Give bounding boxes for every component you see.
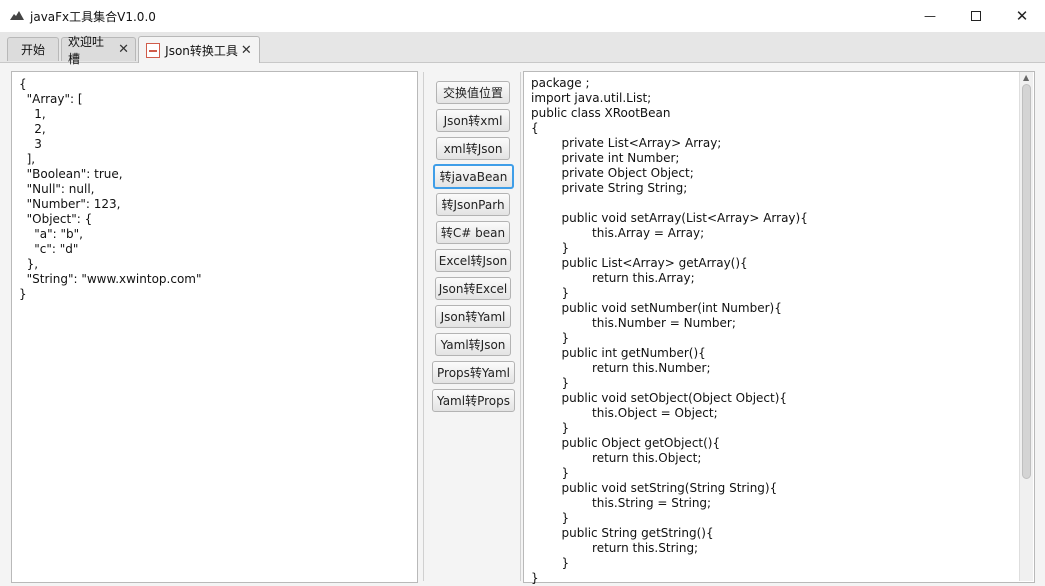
javabean-output-text[interactable]: package ; import java.util.List; public … xyxy=(531,76,808,586)
output-scrollbar[interactable]: ▲ xyxy=(1019,72,1033,581)
maximize-icon xyxy=(971,11,981,21)
app-logo-icon xyxy=(9,9,25,23)
tab-start[interactable]: 开始 xyxy=(7,37,59,61)
to-csharp-bean-button[interactable]: 转C# bean xyxy=(436,221,510,244)
tab-close-icon[interactable]: ✕ xyxy=(118,42,129,57)
scrollbar-thumb[interactable] xyxy=(1022,84,1031,479)
tab-json-tool[interactable]: Json转换工具 ✕ xyxy=(138,36,260,63)
excel-to-json-button[interactable]: Excel转Json xyxy=(435,249,511,272)
json-input-text[interactable]: { "Array": [ 1, 2, 3 ], "Boolean": true,… xyxy=(19,77,202,302)
scroll-up-arrow-icon[interactable]: ▲ xyxy=(1023,73,1029,82)
props-to-yaml-button[interactable]: Props转Yaml xyxy=(432,361,515,384)
title-bar: javaFx工具集合V1.0.0 — ✕ xyxy=(0,0,1045,32)
yaml-to-json-button[interactable]: Yaml转Json xyxy=(435,333,511,356)
tab-feedback[interactable]: 欢迎吐槽 ✕ xyxy=(61,35,136,66)
json-to-xml-button[interactable]: Json转xml xyxy=(436,109,510,132)
tab-label: Json转换工具 xyxy=(165,43,238,58)
tab-label: 欢迎吐槽 xyxy=(68,34,105,66)
to-javabean-button[interactable]: 转javaBean xyxy=(433,164,514,189)
minimize-icon: — xyxy=(924,9,936,23)
window-title: javaFx工具集合V1.0.0 xyxy=(30,9,156,24)
minimize-button[interactable]: — xyxy=(907,0,953,32)
json-to-excel-button[interactable]: Json转Excel xyxy=(435,277,511,300)
json-input-editor[interactable]: { "Array": [ 1, 2, 3 ], "Boolean": true,… xyxy=(11,71,418,583)
json-file-icon xyxy=(146,42,161,58)
close-icon: ✕ xyxy=(1015,7,1029,25)
close-window-button[interactable]: ✕ xyxy=(999,0,1045,32)
maximize-button[interactable] xyxy=(953,0,999,32)
yaml-to-props-button[interactable]: Yaml转Props xyxy=(432,389,515,412)
tab-bar: 开始 欢迎吐槽 ✕ Json转换工具 ✕ xyxy=(0,32,1045,66)
action-button-column: 交换值位置 Json转xml xml转Json 转javaBean 转JsonP… xyxy=(423,72,521,581)
to-jsonpath-button[interactable]: 转JsonParh xyxy=(436,193,510,216)
javabean-output-editor[interactable]: package ; import java.util.List; public … xyxy=(523,71,1035,586)
tab-label: 开始 xyxy=(20,43,45,57)
tab-close-icon[interactable]: ✕ xyxy=(241,43,252,58)
xml-to-json-button[interactable]: xml转Json xyxy=(436,137,510,160)
json-to-yaml-button[interactable]: Json转Yaml xyxy=(435,305,511,328)
swap-key-value-button[interactable]: 交换值位置 xyxy=(436,81,510,104)
